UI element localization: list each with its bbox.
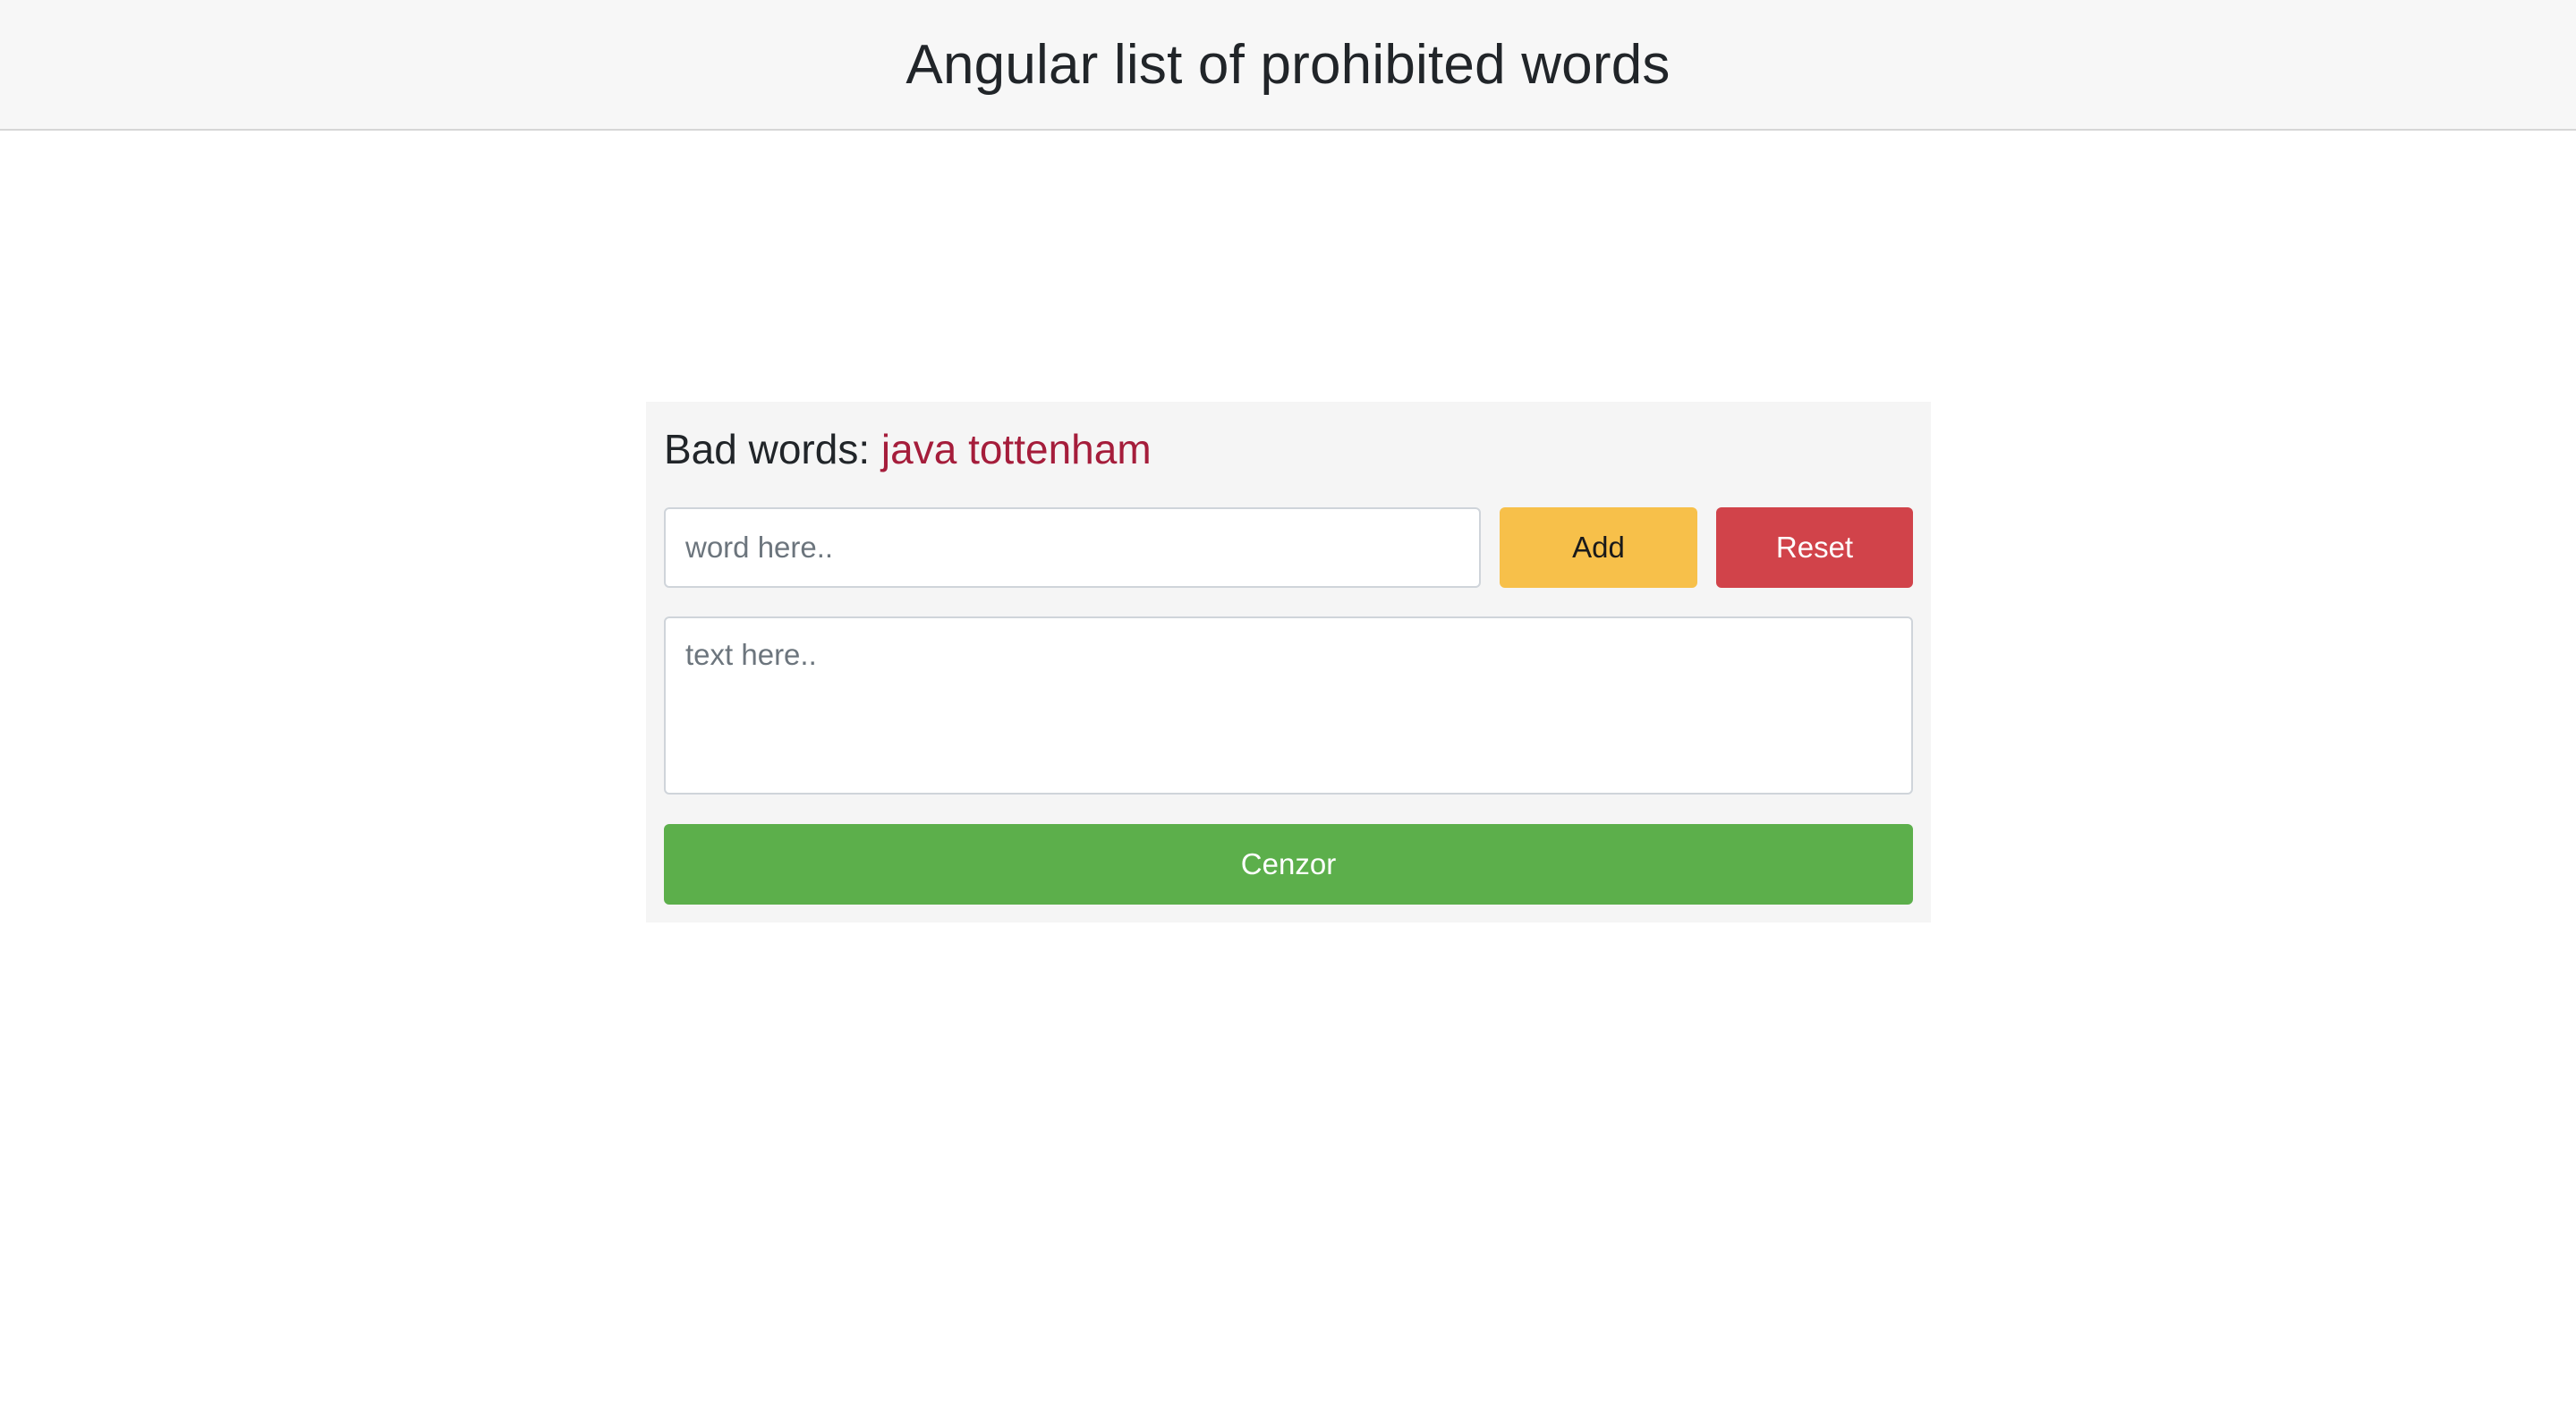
- bad-words-label: Bad words:: [664, 426, 871, 472]
- page-title: Angular list of prohibited words: [905, 33, 1671, 96]
- word-input[interactable]: [664, 507, 1481, 588]
- bad-words-list: java tottenham: [880, 426, 1152, 472]
- cenzor-button[interactable]: Cenzor: [664, 824, 1913, 905]
- text-input[interactable]: [664, 616, 1913, 795]
- censor-panel: Bad words: java tottenham Add Reset Cenz…: [646, 402, 1931, 922]
- add-button[interactable]: Add: [1500, 507, 1697, 588]
- page-header: Angular list of prohibited words: [0, 0, 2576, 131]
- reset-button[interactable]: Reset: [1716, 507, 1913, 588]
- bad-words-heading: Bad words: java tottenham: [664, 425, 1152, 473]
